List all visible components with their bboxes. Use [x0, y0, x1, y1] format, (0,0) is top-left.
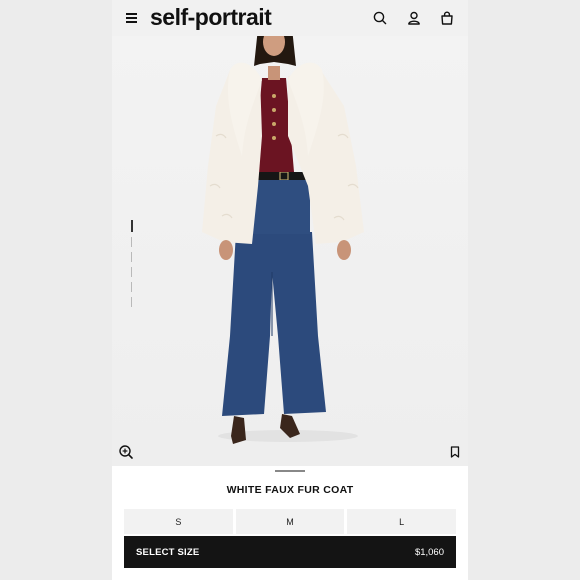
sheet-drag-handle[interactable] [275, 470, 305, 472]
select-size-button[interactable]: SELECT SIZE $1,060 [124, 536, 456, 568]
pagination-dot[interactable] [131, 267, 132, 277]
product-details-sheet: WHITE FAUX FUR COAT S M L SELECT SIZE $1… [112, 466, 468, 580]
product-price: $1,060 [414, 546, 444, 558]
zoom-icon[interactable] [118, 444, 134, 460]
pagination-dot[interactable] [131, 297, 132, 307]
search-icon[interactable] [372, 10, 388, 26]
product-title: WHITE FAUX FUR COAT [226, 484, 354, 496]
pagination-dot-active[interactable] [131, 220, 133, 232]
size-selector: S M L [124, 509, 457, 534]
size-option-l[interactable]: L [347, 509, 457, 534]
size-option-s[interactable]: S [124, 509, 233, 534]
gallery-pagination[interactable] [131, 220, 133, 312]
product-photo [202, 17, 364, 444]
account-icon[interactable] [406, 10, 422, 26]
pagination-dot[interactable] [131, 282, 132, 292]
bookmark-icon[interactable] [450, 446, 460, 458]
brand-logo[interactable]: self-portrait [150, 4, 272, 31]
menu-icon[interactable] [126, 13, 137, 23]
site-header: self-portrait [112, 0, 468, 36]
bag-icon[interactable] [439, 10, 455, 26]
app-screen: self-portrait WHITE FAUX FUR COAT S M L … [112, 0, 468, 580]
select-size-label: SELECT SIZE [136, 546, 200, 558]
size-option-m[interactable]: M [235, 509, 345, 534]
pagination-dot[interactable] [131, 237, 132, 247]
pagination-dot[interactable] [131, 252, 132, 262]
product-image-gallery[interactable] [112, 17, 468, 468]
